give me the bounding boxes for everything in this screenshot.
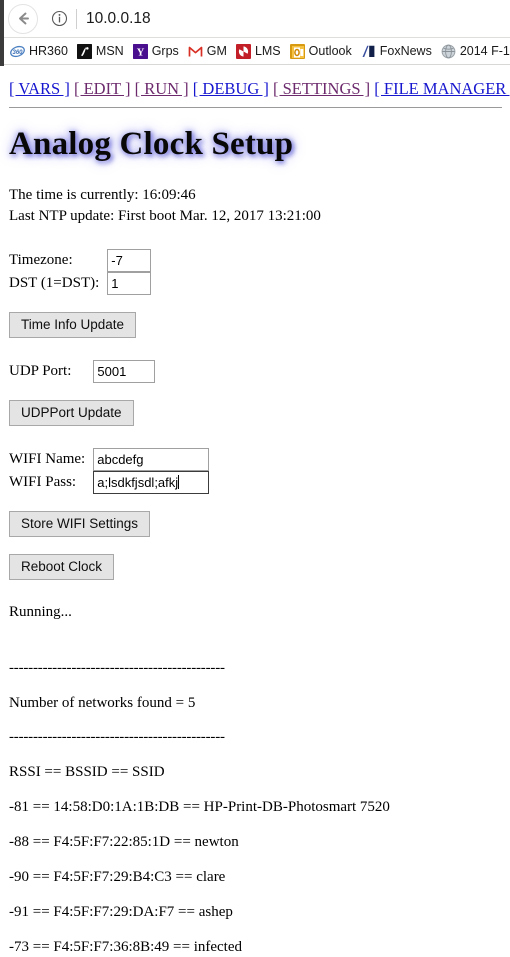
url-input[interactable]: 10.0.0.18 bbox=[86, 10, 151, 28]
udp-port-row: UDP Port: bbox=[9, 360, 156, 383]
svg-text:Y: Y bbox=[136, 47, 144, 58]
wifi-pass-label: WIFI Pass: bbox=[9, 474, 77, 490]
back-button[interactable] bbox=[8, 3, 38, 34]
page-content: [ VARS ] [ EDIT ] [ RUN ] [ DEBUG ] [ SE… bbox=[0, 65, 510, 957]
url-separator bbox=[76, 8, 77, 29]
wifi-name-row: WIFI Name: bbox=[9, 448, 210, 471]
udp-port-update-button[interactable]: UDPPort Update bbox=[9, 400, 134, 426]
wifi-pass-value: a;lsdkfjsdl;afkj bbox=[97, 475, 179, 490]
lms-icon bbox=[235, 43, 251, 59]
browser-toolbar: 10.0.0.18 bbox=[0, 0, 510, 38]
bookmark-grps[interactable]: Y Grps bbox=[132, 43, 179, 59]
yahoo-groups-icon: Y bbox=[132, 43, 148, 59]
bookmark-label: LMS bbox=[254, 44, 281, 58]
msn-icon bbox=[76, 43, 92, 59]
nav-link-edit[interactable]: [ EDIT ] bbox=[74, 79, 131, 98]
bookmark-label: FoxNews bbox=[379, 44, 432, 58]
foxnews-icon bbox=[360, 43, 376, 59]
udp-port-input-cell bbox=[93, 360, 156, 383]
nav-link-run[interactable]: [ RUN ] bbox=[135, 79, 189, 98]
scan-divider-top: ----------------------------------------… bbox=[9, 660, 225, 676]
store-wifi-settings-button[interactable]: Store WIFI Settings bbox=[9, 511, 151, 537]
wifi-pass-input-cell: a;lsdkfjsdl;afkj bbox=[93, 471, 210, 494]
page-title: Analog Clock Setup bbox=[9, 126, 294, 162]
bookmark-2014-f150[interactable]: 2014 F-150 bbox=[440, 43, 510, 59]
nav-link-vars[interactable]: [ VARS ] bbox=[9, 79, 70, 98]
wifi-name-input[interactable] bbox=[93, 448, 210, 471]
text-cursor bbox=[178, 475, 180, 489]
dst-input[interactable] bbox=[107, 272, 152, 295]
bookmark-label: GM bbox=[206, 44, 227, 58]
network-row: -81 == 14:58:D0:1A:1B:DB == HP-Print-DB-… bbox=[9, 799, 390, 815]
dst-input-cell bbox=[107, 272, 152, 295]
bookmark-lms[interactable]: LMS bbox=[235, 43, 281, 59]
time-settings-form: Timezone: DST (1=DST): bbox=[9, 249, 152, 295]
network-row: -91 == F4:5F:F7:29:DA:F7 == ashep bbox=[9, 904, 233, 920]
time-info-update-button[interactable]: Time Info Update bbox=[9, 312, 137, 338]
udp-port-label: UDP Port: bbox=[9, 363, 72, 379]
wifi-settings-form: WIFI Name: WIFI Pass: a;lsdkfjsdl;afkj bbox=[9, 448, 210, 494]
wifi-pass-row: WIFI Pass: a;lsdkfjsdl;afkj bbox=[9, 471, 210, 494]
udp-settings-form: UDP Port: bbox=[9, 360, 156, 383]
timezone-label: Timezone: bbox=[9, 252, 73, 268]
hr360-icon: 360 bbox=[10, 43, 25, 59]
bookmark-label: Outlook bbox=[308, 44, 352, 58]
scan-divider-bottom: ----------------------------------------… bbox=[9, 729, 225, 745]
dst-row: DST (1=DST): bbox=[9, 272, 152, 295]
network-row: -88 == F4:5F:F7:22:85:1D == newton bbox=[9, 834, 239, 850]
current-time-text: The time is currently: 16:09:46 bbox=[9, 187, 196, 203]
reboot-clock-button[interactable]: Reboot Clock bbox=[9, 554, 115, 580]
status-text: Running... bbox=[9, 604, 72, 620]
timezone-row: Timezone: bbox=[9, 249, 152, 272]
time-info-block: The time is currently: 16:09:46 Last NTP… bbox=[9, 185, 510, 226]
svg-text:360: 360 bbox=[12, 50, 23, 56]
network-scan-block: ----------------------------------------… bbox=[9, 659, 510, 957]
bookmark-label: HR360 bbox=[29, 44, 68, 58]
dst-label: DST (1=DST): bbox=[9, 275, 100, 291]
bookmark-label: MSN bbox=[95, 44, 124, 58]
nav-links: [ VARS ] [ EDIT ] [ RUN ] [ DEBUG ] [ SE… bbox=[9, 65, 510, 99]
browser-chrome: 10.0.0.18 360 HR360 MSN Y Grps GM LMS Ou… bbox=[0, 0, 510, 66]
network-count-text: Number of networks found = 5 bbox=[9, 695, 196, 711]
udp-port-input[interactable] bbox=[93, 360, 156, 383]
timezone-input-cell bbox=[107, 249, 152, 272]
nav-divider bbox=[9, 107, 502, 108]
network-row: -73 == F4:5F:F7:36:8B:49 == infected bbox=[9, 939, 243, 955]
wifi-name-input-cell bbox=[93, 448, 210, 471]
gmail-icon bbox=[187, 43, 203, 59]
ntp-update-text: Last NTP update: First boot Mar. 12, 201… bbox=[9, 208, 321, 224]
info-icon[interactable] bbox=[48, 8, 70, 30]
bookmark-msn[interactable]: MSN bbox=[76, 43, 124, 59]
bookmark-label: Grps bbox=[151, 44, 179, 58]
nav-link-debug[interactable]: [ DEBUG ] bbox=[193, 79, 269, 98]
bookmark-foxnews[interactable]: FoxNews bbox=[360, 43, 432, 59]
wifi-name-label: WIFI Name: bbox=[9, 451, 86, 467]
bookmarks-bar: 360 HR360 MSN Y Grps GM LMS Outlook FoxN… bbox=[0, 38, 510, 65]
nav-link-file-manager[interactable]: [ FILE MANAGER ] bbox=[374, 79, 510, 98]
nav-link-settings[interactable]: [ SETTINGS ] bbox=[273, 79, 370, 98]
network-row: -90 == F4:5F:F7:29:B4:C3 == clare bbox=[9, 869, 226, 885]
window-left-edge bbox=[0, 0, 4, 66]
timezone-input[interactable] bbox=[107, 249, 152, 272]
bookmark-label: 2014 F-150 bbox=[459, 44, 510, 58]
wifi-pass-input[interactable]: a;lsdkfjsdl;afkj bbox=[93, 471, 210, 494]
network-header-line: RSSI == BSSID == SSID bbox=[9, 764, 165, 780]
bookmark-hr360[interactable]: 360 HR360 bbox=[10, 43, 68, 59]
bookmark-outlook[interactable]: Outlook bbox=[289, 43, 352, 59]
globe-icon bbox=[440, 43, 456, 59]
outlook-icon bbox=[289, 43, 305, 59]
bookmark-gm[interactable]: GM bbox=[187, 43, 227, 59]
